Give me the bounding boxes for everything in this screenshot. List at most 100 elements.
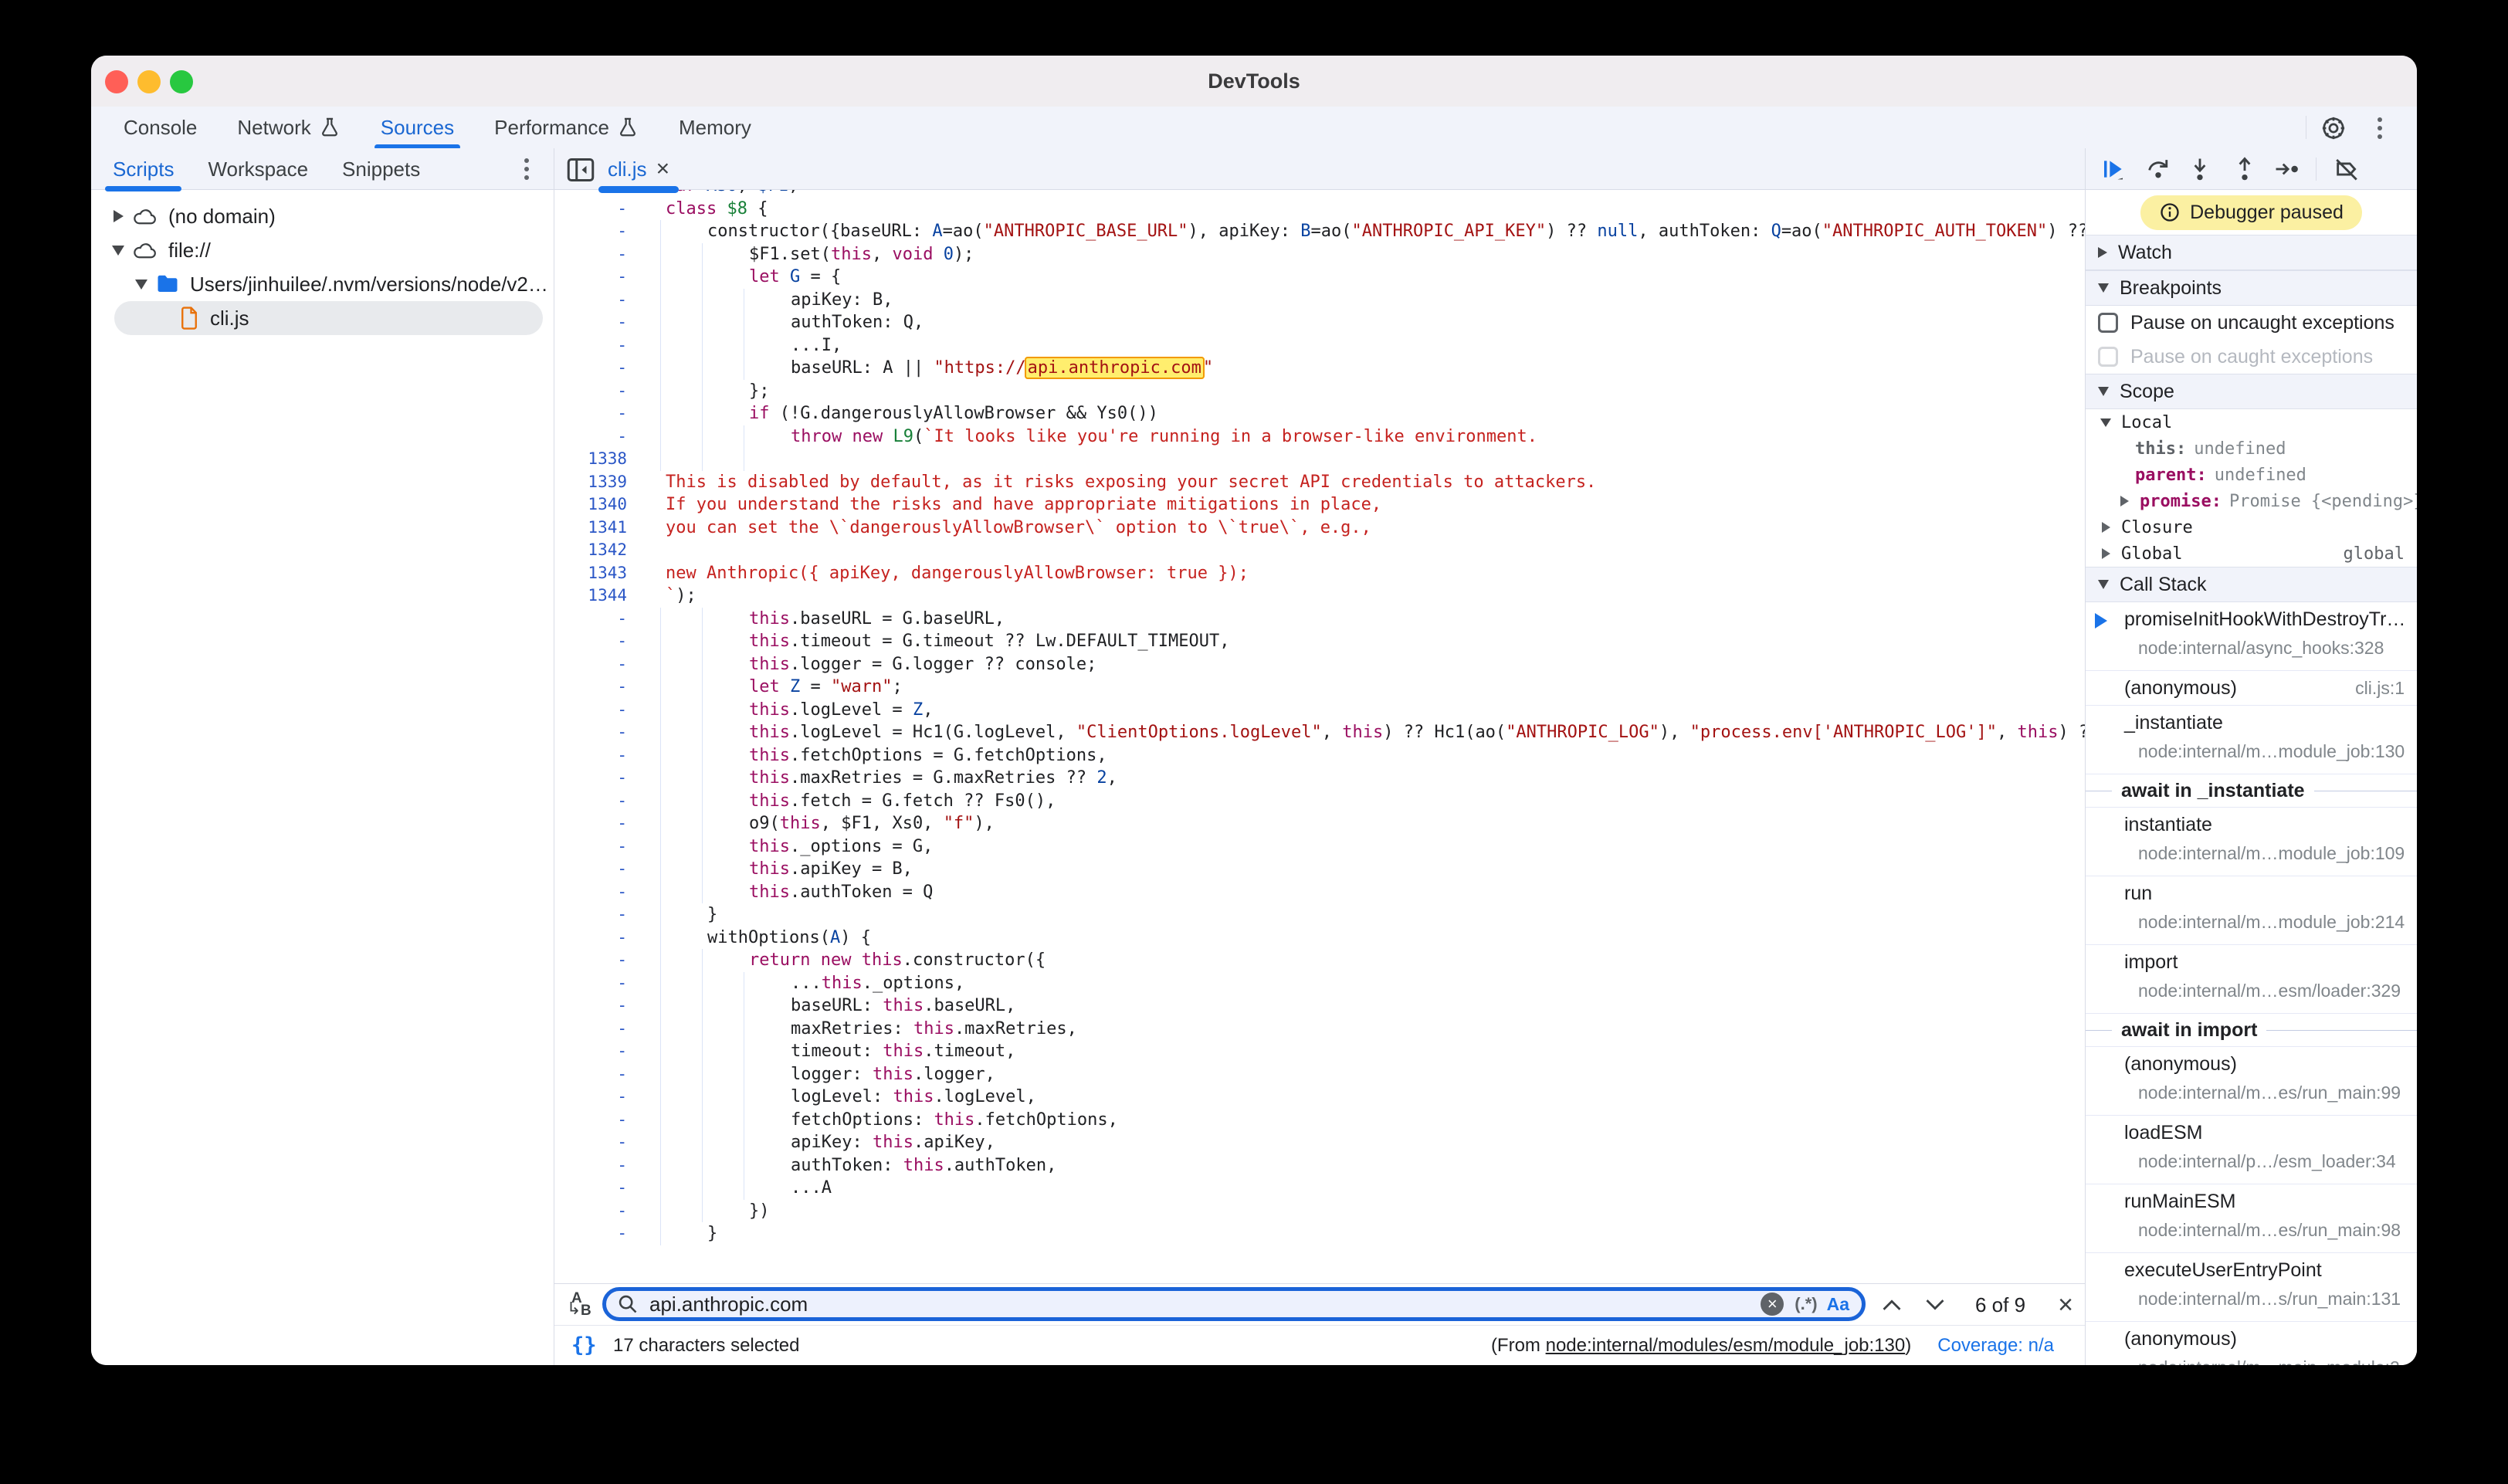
clear-search-icon[interactable]: × (1761, 1293, 1784, 1316)
line-number-gutter[interactable]: - (554, 903, 627, 927)
expand-toggle[interactable] (110, 246, 127, 256)
call-stack-frame[interactable]: (anonymous)node:internal/m…es/run_main:9… (2086, 1047, 2417, 1116)
tab-sources[interactable]: Sources (361, 107, 474, 148)
scope-group-local[interactable]: Local (2086, 409, 2417, 435)
line-number-gutter[interactable]: - (554, 357, 627, 380)
expand-toggle[interactable] (133, 280, 150, 290)
source-code-viewer[interactable]: -var Xs0, $F1;-class $8 {-constructor({b… (554, 190, 2085, 1283)
tab-network[interactable]: Network (217, 107, 360, 148)
line-number-gutter[interactable]: - (554, 243, 627, 266)
regex-toggle-icon[interactable]: (.*) (1795, 1294, 1817, 1314)
close-tab-icon[interactable]: × (656, 158, 670, 181)
line-number-gutter[interactable]: - (554, 1200, 627, 1223)
tab-memory[interactable]: Memory (659, 107, 771, 148)
line-number-gutter[interactable]: - (554, 835, 627, 859)
toggle-navigator-icon[interactable] (565, 156, 596, 184)
line-number-gutter[interactable]: - (554, 289, 627, 312)
line-number-gutter[interactable]: - (554, 881, 627, 904)
checkbox[interactable] (2098, 313, 2118, 333)
breakpoint-option-pause-on-uncaught-exceptions[interactable]: Pause on uncaught exceptions (2086, 306, 2417, 340)
scope-variable-this[interactable]: this:undefined (2086, 435, 2417, 462)
tab-performance[interactable]: Performance (474, 107, 659, 148)
line-number-gutter[interactable]: - (554, 1086, 627, 1109)
tree-item-cli-js[interactable]: cli.js (114, 301, 543, 335)
line-number-gutter[interactable]: - (554, 676, 627, 699)
line-number-gutter[interactable]: 1340 (554, 493, 627, 517)
line-number-gutter[interactable]: - (554, 334, 627, 357)
call-stack-frame[interactable]: instantiatenode:internal/m…module_job:10… (2086, 808, 2417, 876)
deactivate-breakpoints-icon[interactable] (2330, 154, 2364, 184)
replace-toggle-icon[interactable]: A ↳ B (565, 1289, 599, 1320)
line-number-gutter[interactable]: - (554, 1018, 627, 1041)
line-number-gutter[interactable]: - (554, 1040, 627, 1063)
call-stack-frame[interactable]: runMainESMnode:internal/m…es/run_main:98 (2086, 1184, 2417, 1253)
line-number-gutter[interactable]: - (554, 266, 627, 289)
navigator-tab-scripts[interactable]: Scripts (96, 148, 191, 190)
line-number-gutter[interactable]: 1344 (554, 584, 627, 608)
line-number-gutter[interactable]: - (554, 927, 627, 950)
section-breakpoints[interactable]: Breakpoints (2086, 270, 2417, 306)
line-number-gutter[interactable]: 1343 (554, 562, 627, 585)
line-number-gutter[interactable]: - (554, 744, 627, 767)
call-stack-frame[interactable]: runnode:internal/m…module_job:214 (2086, 876, 2417, 945)
step-out-icon[interactable] (2228, 154, 2262, 184)
step-over-icon[interactable] (2141, 154, 2175, 184)
scope-variable-promise[interactable]: promise:Promise {<pending>} (2086, 488, 2417, 514)
call-stack-frame[interactable]: executeUserEntryPointnode:internal/m…s/r… (2086, 1253, 2417, 1322)
line-number-gutter[interactable]: - (554, 972, 627, 995)
match-case-toggle-icon[interactable]: Aa (1827, 1294, 1849, 1315)
call-stack-frame[interactable]: _instantiatenode:internal/m…module_job:1… (2086, 706, 2417, 774)
line-number-gutter[interactable]: - (554, 311, 627, 334)
resume-script-icon[interactable] (2096, 154, 2130, 184)
settings-gear-icon[interactable] (2318, 113, 2349, 144)
section-watch[interactable]: Watch (2086, 235, 2417, 270)
more-options-kebab-icon[interactable] (2364, 113, 2395, 144)
line-number-gutter[interactable]: - (554, 1109, 627, 1132)
line-number-gutter[interactable]: 1342 (554, 539, 627, 562)
line-number-gutter[interactable]: - (554, 608, 627, 631)
editor-tab-clijs[interactable]: cli.js × (597, 148, 680, 190)
line-number-gutter[interactable]: - (554, 949, 627, 972)
tree-item-file-[interactable]: file:// (91, 233, 554, 267)
section-scope[interactable]: Scope (2086, 374, 2417, 409)
line-number-gutter[interactable]: - (554, 1154, 627, 1177)
line-number-gutter[interactable]: - (554, 425, 627, 449)
next-match-button[interactable] (1920, 1292, 1950, 1318)
previous-match-button[interactable] (1876, 1292, 1907, 1318)
search-input[interactable] (648, 1292, 1761, 1317)
line-number-gutter[interactable]: - (554, 767, 627, 790)
line-number-gutter[interactable]: - (554, 994, 627, 1018)
scope-group-global[interactable]: Globalglobal (2086, 540, 2417, 567)
line-number-gutter[interactable]: - (554, 380, 627, 403)
line-number-gutter[interactable]: 1338 (554, 448, 627, 471)
line-number-gutter[interactable]: - (554, 198, 627, 221)
line-number-gutter[interactable]: - (554, 790, 627, 813)
line-number-gutter[interactable]: - (554, 1131, 627, 1154)
line-number-gutter[interactable]: 1339 (554, 471, 627, 494)
line-number-gutter[interactable]: - (554, 220, 627, 243)
call-stack-frame[interactable]: (anonymous)cli.js:1 (2086, 671, 2417, 706)
call-stack-frame[interactable]: importnode:internal/m…esm/loader:329 (2086, 945, 2417, 1014)
call-stack-frame[interactable]: loadESMnode:internal/p…/esm_loader:34 (2086, 1116, 2417, 1184)
line-number-gutter[interactable]: - (554, 858, 627, 881)
navigator-tab-snippets[interactable]: Snippets (325, 148, 437, 190)
line-number-gutter[interactable]: - (554, 721, 627, 744)
scope-variable-parent[interactable]: parent:undefined (2086, 462, 2417, 488)
line-number-gutter[interactable]: - (554, 630, 627, 653)
tree-item--no-domain-[interactable]: (no domain) (91, 199, 554, 233)
source-origin-link[interactable]: node:internal/modules/esm/module_job:130 (1546, 1335, 1906, 1356)
navigator-more-kebab-icon[interactable] (512, 154, 541, 184)
line-number-gutter[interactable]: - (554, 1063, 627, 1086)
line-number-gutter[interactable]: - (554, 653, 627, 676)
navigator-tab-workspace[interactable]: Workspace (191, 148, 325, 190)
line-number-gutter[interactable]: - (554, 812, 627, 835)
line-number-gutter[interactable]: 1341 (554, 517, 627, 540)
pretty-print-icon[interactable]: {} (571, 1326, 597, 1365)
call-stack-frame[interactable]: (anonymous)node:internal/m…main_module:2 (2086, 1322, 2417, 1365)
scope-group-closure[interactable]: Closure (2086, 514, 2417, 540)
call-stack-frame[interactable]: promiseInitHookWithDestroyTr…node:intern… (2086, 602, 2417, 671)
line-number-gutter[interactable]: - (554, 1222, 627, 1245)
close-find-bar-icon[interactable]: × (2051, 1290, 2080, 1320)
tab-console[interactable]: Console (103, 107, 217, 148)
step-into-icon[interactable] (2183, 154, 2217, 184)
